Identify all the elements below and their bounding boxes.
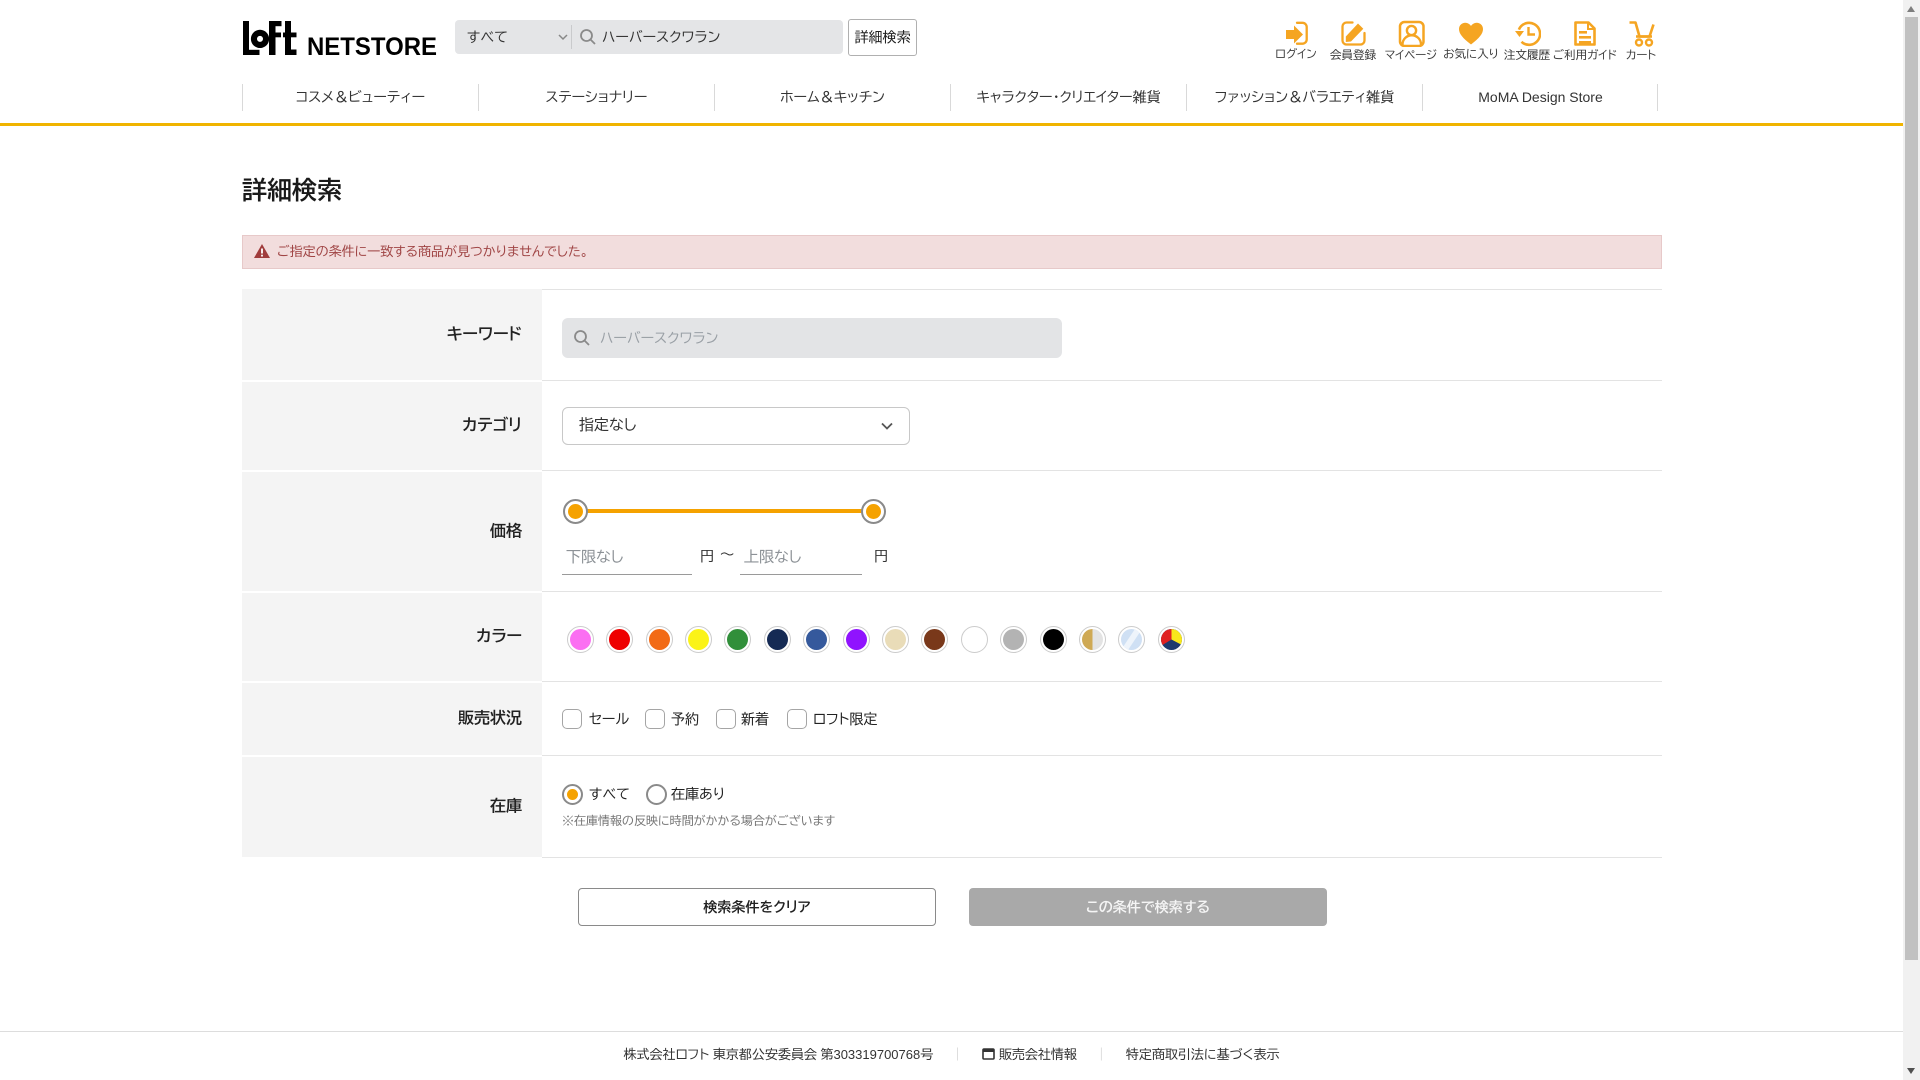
svg-text:NETSTORE: NETSTORE: [307, 33, 437, 60]
